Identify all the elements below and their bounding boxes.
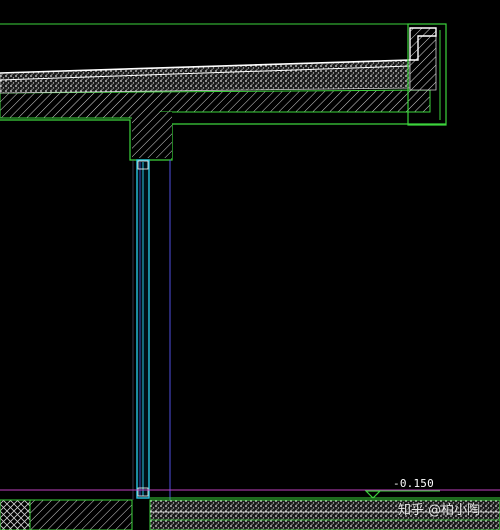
foundation-left — [0, 499, 31, 530]
watermark-text: 知乎 @柏小陶 — [398, 503, 481, 518]
parapet-wall — [409, 27, 437, 91]
roof-slab-structure — [0, 89, 431, 119]
elevation-label: -0.150 — [393, 477, 434, 490]
lintel-beam — [132, 112, 172, 158]
elevation-triangle — [364, 490, 382, 499]
slab-bottom-outline — [0, 119, 446, 161]
section-drawing — [0, 23, 500, 530]
cad-drawing-canvas[interactable]: -0.150 知乎 @柏小陶 — [0, 0, 500, 530]
foundation-step — [29, 499, 133, 530]
roof-screed-layer — [0, 59, 411, 94]
